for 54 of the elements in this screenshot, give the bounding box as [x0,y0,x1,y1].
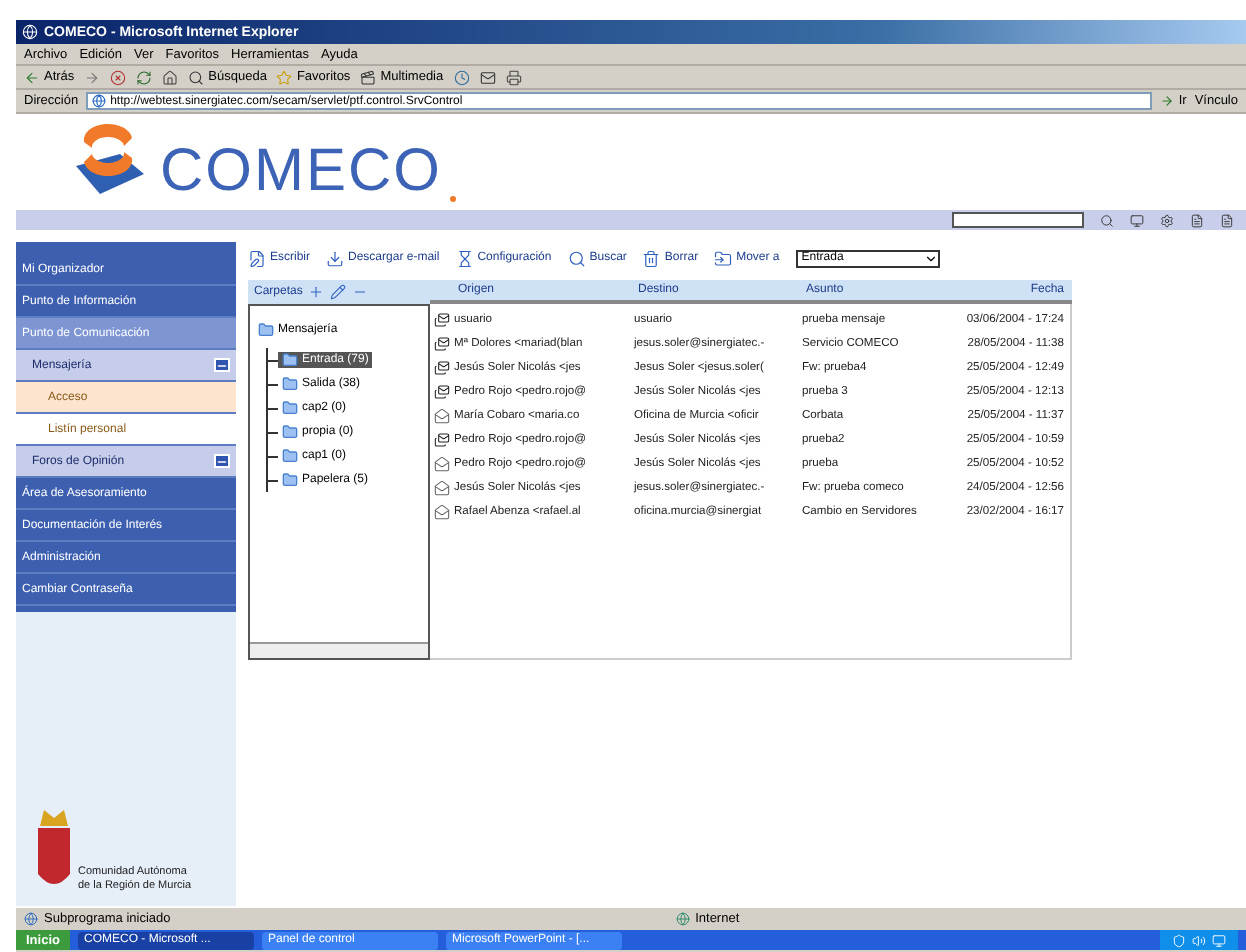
logo-text: COMECO [160,142,442,202]
folder-icon [282,352,298,368]
folder-icon [282,472,298,488]
minus-icon [216,455,228,467]
home-icon[interactable] [162,69,179,85]
edit-icon [330,284,347,300]
star-icon [276,69,293,85]
monitor-icon [1212,933,1226,947]
add-folder-icon [308,284,325,300]
trash-icon [642,249,661,267]
logo-dot-icon [450,196,456,202]
globe-icon [675,912,690,926]
mail-icon[interactable] [479,69,496,85]
document-pencil-icon [248,249,266,267]
film-icon [360,69,377,85]
settings-icon [1160,213,1174,227]
open-envelope-icon [434,456,450,472]
monitor-icon [1130,213,1144,227]
envelopes-icon [434,360,450,376]
hourglass-icon [455,249,474,267]
scrollbar[interactable] [250,642,428,658]
document-icon [1220,213,1234,227]
folder-arrow-icon [714,249,733,267]
back-icon [24,69,40,85]
open-envelope-icon [434,504,450,520]
document-icon [1190,213,1204,227]
folder-icon [282,424,298,440]
folder-icon [282,400,298,416]
collapse-button[interactable] [214,454,230,468]
download-icon [326,249,345,267]
search-icon [188,69,205,85]
collapse-button[interactable] [214,358,230,372]
printer-icon[interactable] [505,69,522,85]
envelopes-icon [434,312,450,328]
search-icon [1100,213,1114,227]
arrow-icon [1160,94,1175,108]
refresh-icon[interactable] [136,69,153,85]
browser-icon [22,24,38,40]
shield-icon [1172,933,1186,947]
stop-icon[interactable] [110,69,127,85]
folder-icon [258,322,274,338]
open-envelope-icon [434,480,450,496]
envelopes-icon [434,432,450,448]
envelopes-icon [434,336,450,352]
folder-icon [282,376,298,392]
search-icon [567,249,586,267]
folder-icon [282,448,298,464]
minus-icon [216,359,228,371]
search-field[interactable] [952,212,1084,228]
caret-icon [923,251,938,265]
speaker-icon [1192,933,1206,947]
clock-icon[interactable] [453,69,470,85]
envelopes-icon [434,384,450,400]
open-envelope-icon [434,408,450,424]
